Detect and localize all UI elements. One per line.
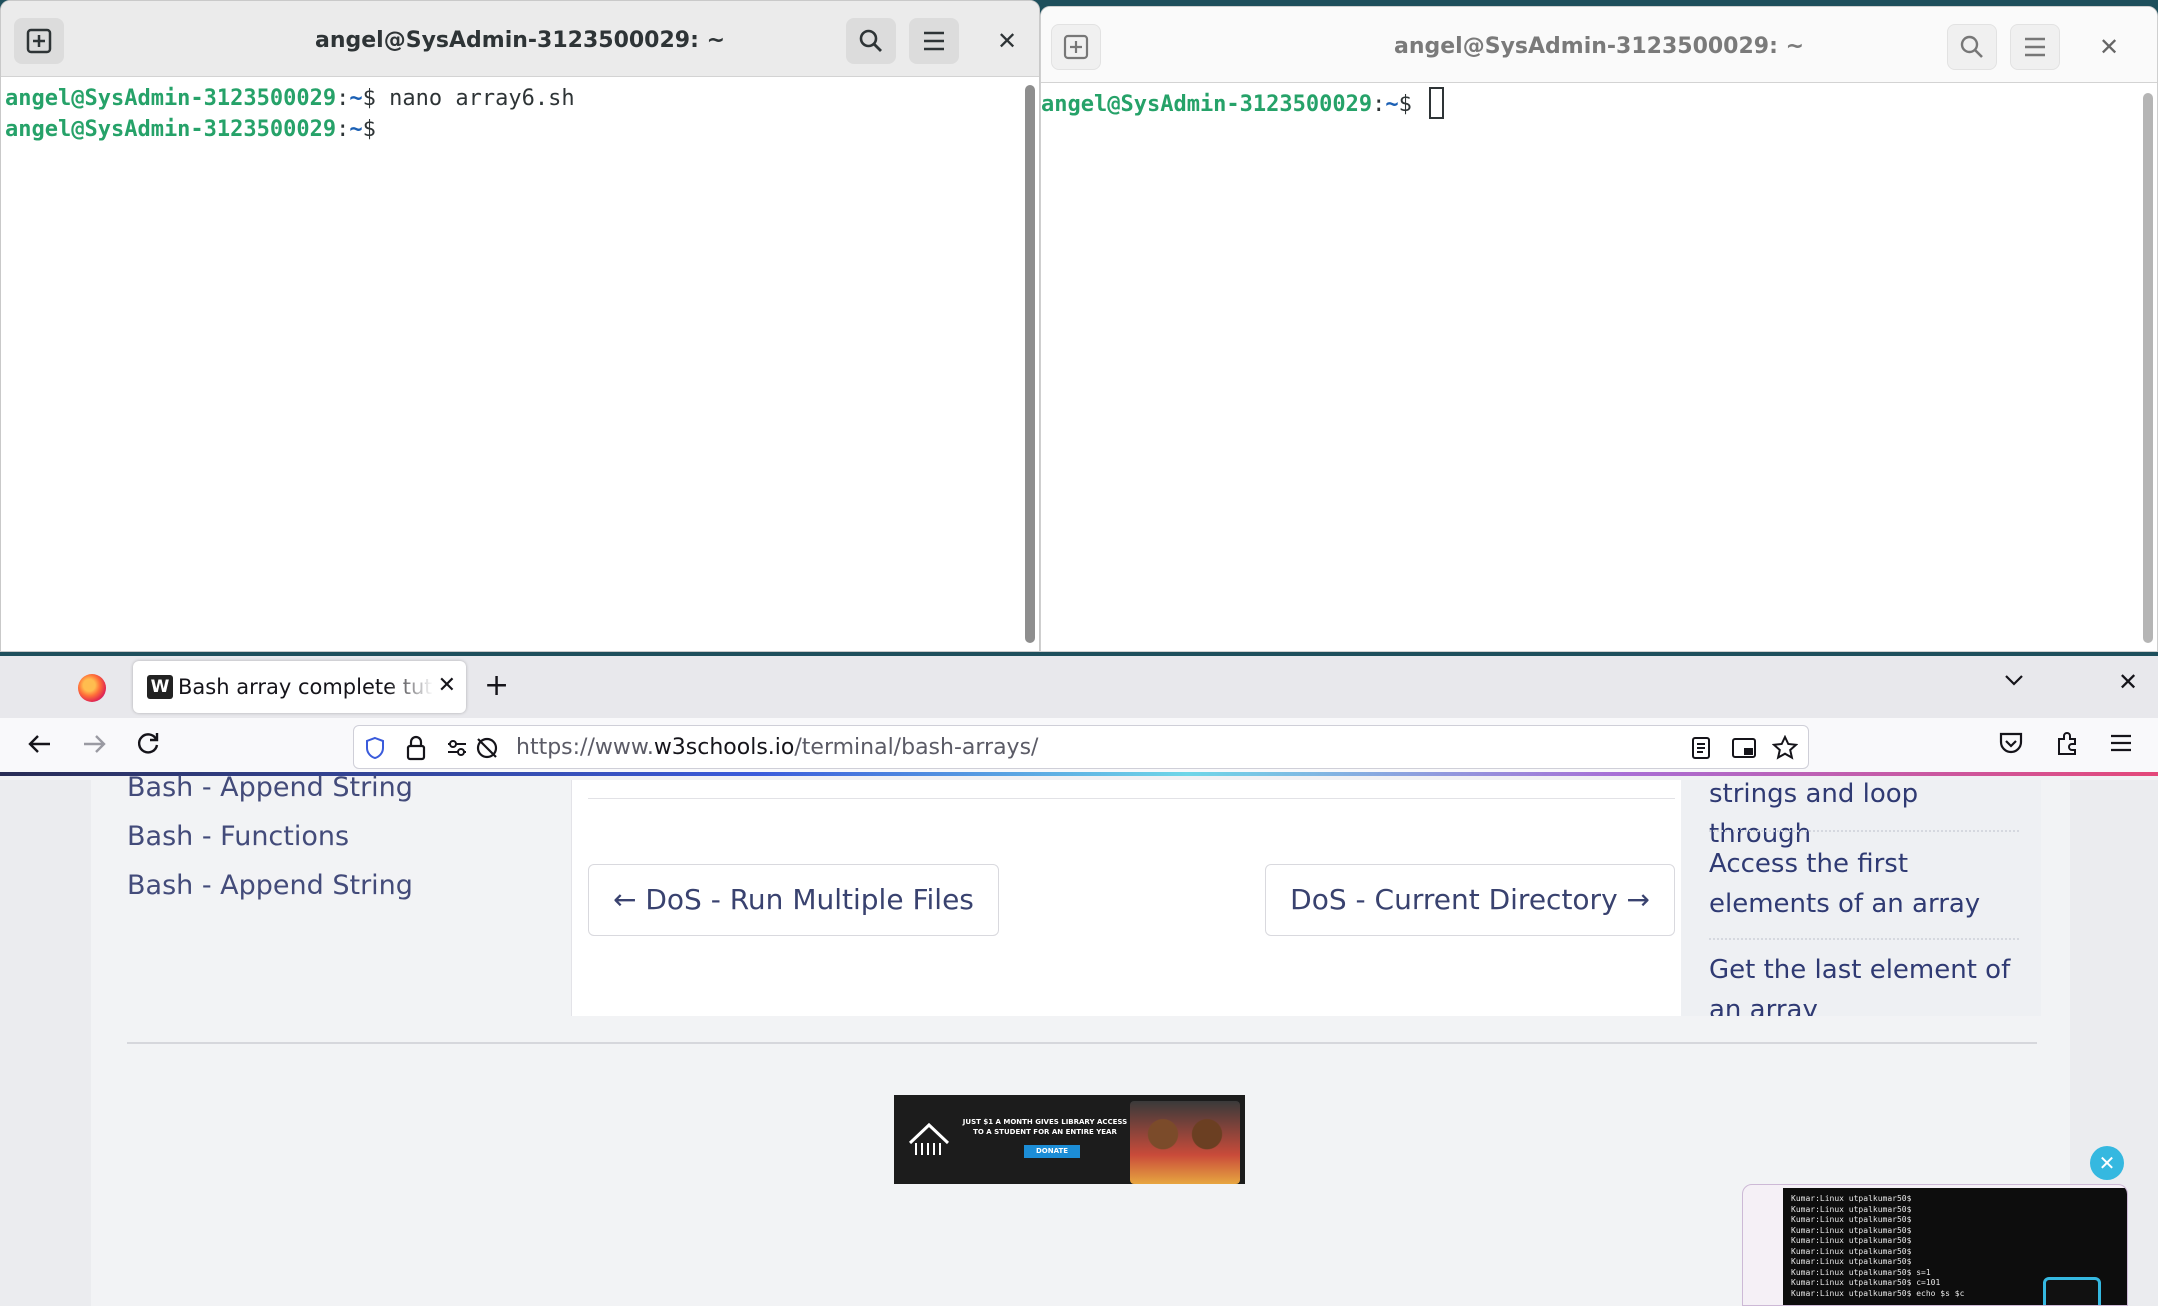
prompt-symbol: $ xyxy=(362,117,376,142)
url-path: /terminal/bash-arrays/ xyxy=(794,735,1039,760)
new-tab-button[interactable] xyxy=(1051,24,1101,70)
terminal-output[interactable]: angel@SysAdmin-3123500029:~$ xyxy=(1041,85,2137,651)
prompt-user: angel@SysAdmin-3123500029 xyxy=(1041,92,1373,117)
hamburger-menu-icon xyxy=(2025,37,2045,57)
site-favicon-icon: W xyxy=(147,675,173,699)
prompt-symbol: $ xyxy=(362,86,390,111)
video-expand-button[interactable] xyxy=(2043,1277,2101,1305)
new-tab-icon xyxy=(1063,34,1089,60)
terminal-header: angel@SysAdmin-3123500029: ~ ✕ xyxy=(1,1,1039,77)
previous-page-button[interactable]: ← DoS - Run Multiple Files xyxy=(588,864,999,936)
video-close-icon[interactable]: ✕ xyxy=(2090,1146,2124,1180)
text-cursor xyxy=(1429,87,1445,119)
sidebar-link[interactable]: Bash - Append String xyxy=(127,772,413,803)
lock-icon[interactable] xyxy=(406,735,426,761)
prompt-separator: : xyxy=(336,86,350,111)
navigation-toolbar: https://www.w3schools.io/terminal/bash-a… xyxy=(0,718,2158,776)
sidebar: Bash - Append String Bash - Functions Ba… xyxy=(91,772,569,1016)
search-icon xyxy=(859,29,882,52)
ad-text: JUST $1 A MONTH GIVES LIBRARY ACCESS TO … xyxy=(962,1118,1128,1136)
prompt-user: angel@SysAdmin-3123500029 xyxy=(5,117,337,142)
toc-link[interactable]: strings and loop through xyxy=(1709,780,2019,854)
terminal-window-right[interactable]: angel@SysAdmin-3123500029: ~ ✕ angel@Sys… xyxy=(1040,6,2158,652)
forward-arrow-icon[interactable] xyxy=(80,730,108,758)
menu-button[interactable] xyxy=(909,18,959,64)
prompt-separator: : xyxy=(1372,92,1386,117)
back-arrow-icon[interactable] xyxy=(26,730,54,758)
prompt-path: ~ xyxy=(349,117,363,142)
terminal-window-left[interactable]: angel@SysAdmin-3123500029: ~ ✕ angel@Sys… xyxy=(0,0,1040,652)
tab-bar: W Bash array complete tutorial ✕ + ✕ xyxy=(0,656,2158,718)
picture-in-picture-icon[interactable] xyxy=(1731,736,1757,760)
bookmark-star-icon[interactable] xyxy=(1772,735,1798,761)
prompt-path: ~ xyxy=(349,86,363,111)
new-tab-button[interactable] xyxy=(14,18,64,64)
video-text-line: Kumar:Linux utpalkumar50$ xyxy=(1791,1215,1912,1224)
new-tab-icon xyxy=(26,28,52,54)
close-icon[interactable]: ✕ xyxy=(2118,668,2138,696)
tab-close-icon[interactable]: ✕ xyxy=(438,673,456,698)
hamburger-menu-icon xyxy=(924,31,944,51)
terminal-output[interactable]: angel@SysAdmin-3123500029:~$ nano array6… xyxy=(1,79,1019,651)
search-button[interactable] xyxy=(846,18,896,64)
search-icon xyxy=(1960,35,1983,58)
advertisement-banner[interactable]: JUST $1 A MONTH GIVES LIBRARY ACCESS TO … xyxy=(894,1095,1245,1184)
pocket-icon[interactable] xyxy=(1998,730,2024,756)
toc-link[interactable]: Access the first elements of an array xyxy=(1709,844,2019,924)
close-button[interactable]: ✕ xyxy=(2089,27,2129,67)
prompt-symbol: $ xyxy=(1398,92,1426,117)
article-footer: ← DoS - Run Multiple Files DoS - Current… xyxy=(571,780,1681,1016)
menu-icon[interactable] xyxy=(2108,730,2134,756)
video-text-line: Kumar:Linux utpalkumar50$ xyxy=(1791,1204,1912,1214)
reload-icon[interactable] xyxy=(134,730,162,758)
tab-active[interactable]: W Bash array complete tutorial ✕ xyxy=(133,661,466,713)
video-text-line: Kumar:Linux utpalkumar50$ xyxy=(1791,1236,1912,1245)
shield-icon[interactable] xyxy=(364,736,386,760)
list-all-tabs-icon[interactable] xyxy=(2002,668,2026,696)
url-text[interactable]: https://www.w3schools.io/terminal/bash-a… xyxy=(516,735,1038,760)
close-icon: ✕ xyxy=(996,27,1018,55)
ad-photo xyxy=(1130,1101,1240,1184)
toc-divider xyxy=(1709,830,2019,832)
reader-view-icon[interactable] xyxy=(1691,736,1711,760)
video-text-line: Kumar:Linux utpalkumar50$ xyxy=(1791,1194,1912,1203)
toc-divider xyxy=(1709,938,2019,940)
sidebar-link[interactable]: Bash - Append String xyxy=(127,870,413,901)
video-text-line: Kumar:Linux utpalkumar50$ xyxy=(1791,1246,1912,1256)
terminal-header: angel@SysAdmin-3123500029: ~ ✕ xyxy=(1041,7,2157,83)
url-prefix: https://www. xyxy=(516,735,654,760)
scrollbar[interactable] xyxy=(2143,93,2153,643)
search-button[interactable] xyxy=(1947,24,1997,70)
permissions-icon[interactable] xyxy=(446,738,468,758)
scrollbar[interactable] xyxy=(1025,85,1035,643)
next-page-button[interactable]: DoS - Current Directory → xyxy=(1265,864,1675,936)
command-text: nano array6.sh xyxy=(389,86,575,111)
terminal-line: angel@SysAdmin-3123500029:~$ xyxy=(5,114,1015,145)
ad-donate-button[interactable]: DONATE xyxy=(1024,1145,1080,1158)
village-book-builders-logo xyxy=(908,1122,950,1155)
sidebar-link[interactable]: Bash - Functions xyxy=(127,821,349,852)
table-of-contents: strings and loop through Access the firs… xyxy=(1681,780,2041,1016)
toc-link[interactable]: Get the last element of an array xyxy=(1709,950,2019,1016)
video-text-line: Kumar:Linux utpalkumar50$ xyxy=(1791,1257,1912,1266)
divider xyxy=(127,1042,2037,1044)
terminal-line: angel@SysAdmin-3123500029:~$ xyxy=(1041,87,2133,121)
menu-button[interactable] xyxy=(2010,24,2060,70)
prompt-path: ~ xyxy=(1385,92,1399,117)
close-button[interactable]: ✕ xyxy=(987,21,1027,61)
url-bar[interactable]: https://www.w3schools.io/terminal/bash-a… xyxy=(353,725,1809,769)
tab-title: Bash array complete tutorial xyxy=(178,675,433,699)
close-icon: ✕ xyxy=(2098,33,2120,61)
video-text-line: Kumar:Linux utpalkumar50$ xyxy=(1791,1225,1912,1235)
terminal-line: angel@SysAdmin-3123500029:~$ nano array6… xyxy=(5,83,1015,114)
divider xyxy=(588,798,1675,799)
tracking-icon[interactable] xyxy=(474,735,500,761)
url-host: w3schools.io xyxy=(653,735,795,760)
new-tab-button[interactable]: + xyxy=(484,668,509,703)
extensions-icon[interactable] xyxy=(2054,730,2080,756)
prompt-separator: : xyxy=(336,117,350,142)
floating-video-player[interactable]: Kumar:Linux utpalkumar50$ Kumar:Linux utp… xyxy=(1742,1184,2128,1306)
prompt-user: angel@SysAdmin-3123500029 xyxy=(5,86,337,111)
firefox-logo-icon[interactable] xyxy=(78,674,106,702)
